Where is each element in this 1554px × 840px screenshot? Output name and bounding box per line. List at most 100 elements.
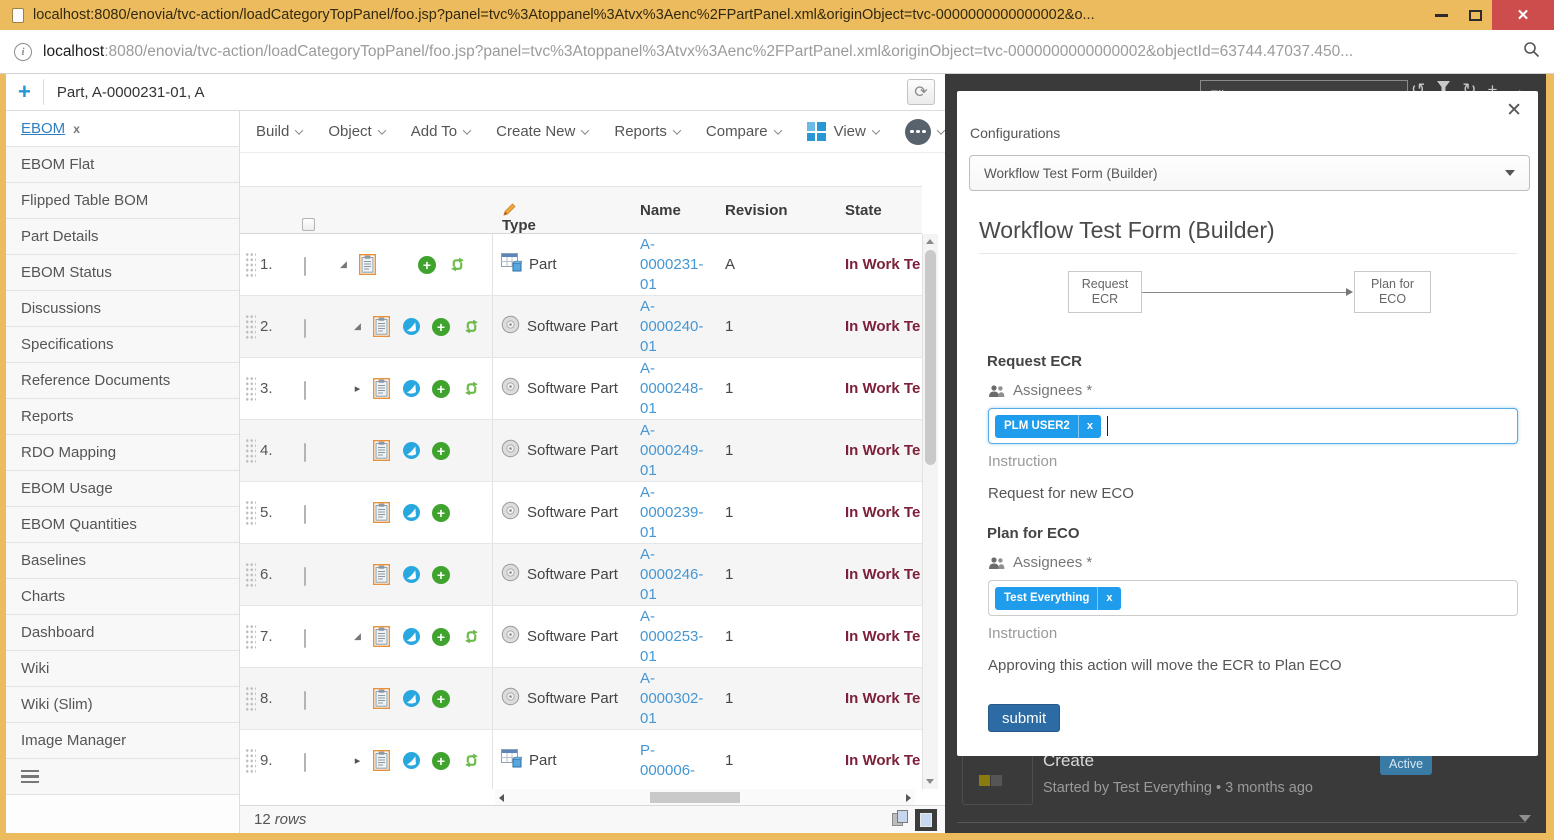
row-checkbox[interactable] xyxy=(304,629,306,648)
replace-action-icon[interactable] xyxy=(456,318,486,335)
sidebar-item-ebom-flat[interactable]: EBOM Flat xyxy=(6,147,239,183)
sidebar-item-dashboard[interactable]: Dashboard xyxy=(6,615,239,651)
sidebar-item-ebom-usage[interactable]: EBOM Usage xyxy=(6,471,239,507)
clipboard-icon[interactable] xyxy=(366,316,396,337)
scroll-down-icon[interactable] xyxy=(1519,815,1531,822)
clipboard-icon[interactable] xyxy=(366,440,396,461)
close-button[interactable]: ✕ xyxy=(1492,0,1554,30)
restore-panel-icon[interactable] xyxy=(891,810,910,829)
sidebar-item-reports[interactable]: Reports xyxy=(6,399,239,435)
row-checkbox[interactable] xyxy=(304,567,306,586)
drag-handle-icon[interactable] xyxy=(245,314,256,341)
name-link[interactable]: A-0000302-01 xyxy=(640,669,706,729)
url-field[interactable]: localhost:8080/enovia/tvc-action/loadCat… xyxy=(43,43,1515,61)
add-action-icon[interactable]: + xyxy=(426,317,456,336)
name-link[interactable]: P-000006- xyxy=(640,741,706,781)
assignees-input[interactable]: PLM USER2 x xyxy=(988,408,1518,444)
assignees-input[interactable]: Test Everything x xyxy=(988,580,1518,616)
name-link[interactable]: A-0000246-01 xyxy=(640,545,706,605)
add-tab-icon[interactable]: + xyxy=(6,81,43,103)
horizontal-scrollbar[interactable] xyxy=(495,789,915,806)
name-link[interactable]: A-0000248-01 xyxy=(640,359,706,419)
column-header-revision[interactable]: Revision xyxy=(725,202,788,219)
sidebar-item-part-details[interactable]: Part Details xyxy=(6,219,239,255)
clipboard-icon[interactable] xyxy=(352,254,382,275)
drag-handle-icon[interactable] xyxy=(245,500,256,527)
globe-action-icon[interactable] xyxy=(396,689,426,708)
toolbar-menu-add-to[interactable]: Add To xyxy=(411,123,472,140)
expand-toggle-icon[interactable]: ◢ xyxy=(349,321,366,332)
clipboard-icon[interactable] xyxy=(366,502,396,523)
scroll-up-icon[interactable] xyxy=(926,239,934,244)
toolbar-menu-create-new[interactable]: Create New xyxy=(496,123,590,140)
row-checkbox[interactable] xyxy=(304,691,306,710)
close-tab-icon[interactable]: x xyxy=(73,122,80,136)
drag-handle-icon[interactable] xyxy=(245,438,256,465)
expand-toggle-icon[interactable]: ◢ xyxy=(335,259,352,270)
search-icon[interactable] xyxy=(1523,41,1540,63)
info-icon[interactable]: i xyxy=(14,42,32,61)
clipboard-icon[interactable] xyxy=(366,378,396,399)
sidebar-active-label[interactable]: EBOM xyxy=(21,120,65,137)
sidebar-item-discussions[interactable]: Discussions xyxy=(6,291,239,327)
sidebar-menu-button[interactable] xyxy=(6,759,239,795)
toolbar-menu-object[interactable]: Object xyxy=(328,123,386,140)
drag-handle-icon[interactable] xyxy=(245,376,256,403)
globe-action-icon[interactable] xyxy=(396,379,426,398)
scrollbar-thumb[interactable] xyxy=(650,792,740,803)
clipboard-icon[interactable] xyxy=(366,688,396,709)
row-checkbox[interactable] xyxy=(304,753,306,772)
replace-action-icon[interactable] xyxy=(442,256,472,273)
add-action-icon[interactable]: + xyxy=(426,441,456,460)
clipboard-icon[interactable] xyxy=(366,564,396,585)
row-checkbox[interactable] xyxy=(304,319,306,338)
add-action-icon[interactable]: + xyxy=(426,689,456,708)
refresh-button[interactable]: ⟳ xyxy=(907,79,935,105)
scroll-left-icon[interactable] xyxy=(499,793,504,802)
replace-action-icon[interactable] xyxy=(456,752,486,769)
drag-handle-icon[interactable] xyxy=(245,562,256,589)
clipboard-icon[interactable] xyxy=(366,750,396,771)
expand-toggle-icon[interactable]: ▸ xyxy=(349,754,366,767)
row-checkbox[interactable] xyxy=(304,505,306,524)
sidebar-item-ebom[interactable]: EBOM x xyxy=(6,111,239,147)
sidebar-item-wiki[interactable]: Wiki xyxy=(6,651,239,687)
drag-handle-icon[interactable] xyxy=(245,252,256,279)
workflow-node-plan-for-eco[interactable]: Plan for ECO xyxy=(1354,271,1431,313)
sidebar-item-ebom-status[interactable]: EBOM Status xyxy=(6,255,239,291)
globe-action-icon[interactable] xyxy=(396,441,426,460)
clipboard-icon[interactable] xyxy=(366,626,396,647)
row-checkbox[interactable] xyxy=(304,257,306,276)
name-link[interactable]: A-0000231-01 xyxy=(640,235,706,295)
globe-action-icon[interactable] xyxy=(396,565,426,584)
sidebar-item-flipped-table-bom[interactable]: Flipped Table BOM xyxy=(6,183,239,219)
sidebar-item-baselines[interactable]: Baselines xyxy=(6,543,239,579)
sidebar-item-reference-documents[interactable]: Reference Documents xyxy=(6,363,239,399)
add-action-icon[interactable]: + xyxy=(426,379,456,398)
expand-toggle-icon[interactable]: ◢ xyxy=(349,631,366,642)
configuration-select[interactable]: Workflow Test Form (Builder) xyxy=(969,155,1530,191)
sidebar-item-specifications[interactable]: Specifications xyxy=(6,327,239,363)
edit-pencil-icon[interactable] xyxy=(502,202,517,217)
toolbar-menu-compare[interactable]: Compare xyxy=(706,123,782,140)
globe-action-icon[interactable] xyxy=(396,503,426,522)
sidebar-item-charts[interactable]: Charts xyxy=(6,579,239,615)
row-checkbox[interactable] xyxy=(304,443,306,462)
add-action-icon[interactable]: + xyxy=(412,255,442,274)
drag-handle-icon[interactable] xyxy=(245,686,256,713)
column-header-name[interactable]: Name xyxy=(640,202,681,219)
add-action-icon[interactable]: + xyxy=(426,503,456,522)
vertical-scrollbar[interactable] xyxy=(922,234,938,789)
globe-action-icon[interactable] xyxy=(396,751,426,770)
scroll-right-icon[interactable] xyxy=(906,793,911,802)
sidebar-item-wiki-slim-[interactable]: Wiki (Slim) xyxy=(6,687,239,723)
sidebar-item-rdo-mapping[interactable]: RDO Mapping xyxy=(6,435,239,471)
name-link[interactable]: A-0000249-01 xyxy=(640,421,706,481)
maximize-panel-icon[interactable] xyxy=(915,808,937,831)
add-action-icon[interactable]: + xyxy=(426,751,456,770)
add-action-icon[interactable]: + xyxy=(426,565,456,584)
drag-handle-icon[interactable] xyxy=(245,624,256,651)
sidebar-item-image-manager[interactable]: Image Manager xyxy=(6,723,239,759)
remove-chip-icon[interactable]: x xyxy=(1077,414,1101,438)
minimize-button[interactable] xyxy=(1424,0,1458,30)
